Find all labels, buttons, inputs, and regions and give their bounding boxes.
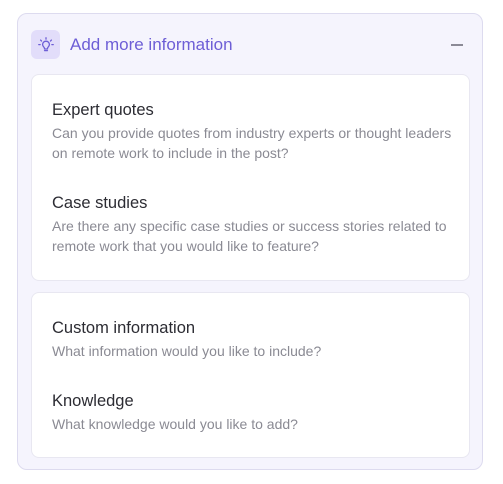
custom-item-title: Custom information [52,319,196,337]
knowledge-item[interactable]: Knowledge What knowledge would you like … [52,390,453,434]
lightbulb-icon [31,30,60,59]
suggestion-description: Can you provide quotes from industry exp… [52,125,452,161]
custom-information-item[interactable]: Custom information What information woul… [52,317,453,361]
add-more-information-panel: Add more information Expert quotes Can y… [17,13,483,470]
suggestion-expert-quotes[interactable]: Expert quotes Can you provide quotes fro… [52,99,453,163]
panel-header[interactable]: Add more information [18,14,482,75]
panel-title: Add more information [70,35,233,54]
custom-item-description: What information would you like to inclu… [52,343,322,359]
custom-card: Custom information What information woul… [31,292,470,458]
suggestion-title: Expert quotes [52,101,154,119]
custom-item-description: What knowledge would you like to add? [52,416,298,432]
minus-icon [451,44,463,46]
suggestion-title: Case studies [52,194,148,212]
collapse-button[interactable] [444,32,470,58]
custom-item-title: Knowledge [52,392,134,410]
suggestion-case-studies[interactable]: Case studies Are there any specific case… [52,192,453,256]
suggestions-card: Expert quotes Can you provide quotes fro… [31,74,470,281]
suggestion-description: Are there any specific case studies or s… [52,218,447,254]
